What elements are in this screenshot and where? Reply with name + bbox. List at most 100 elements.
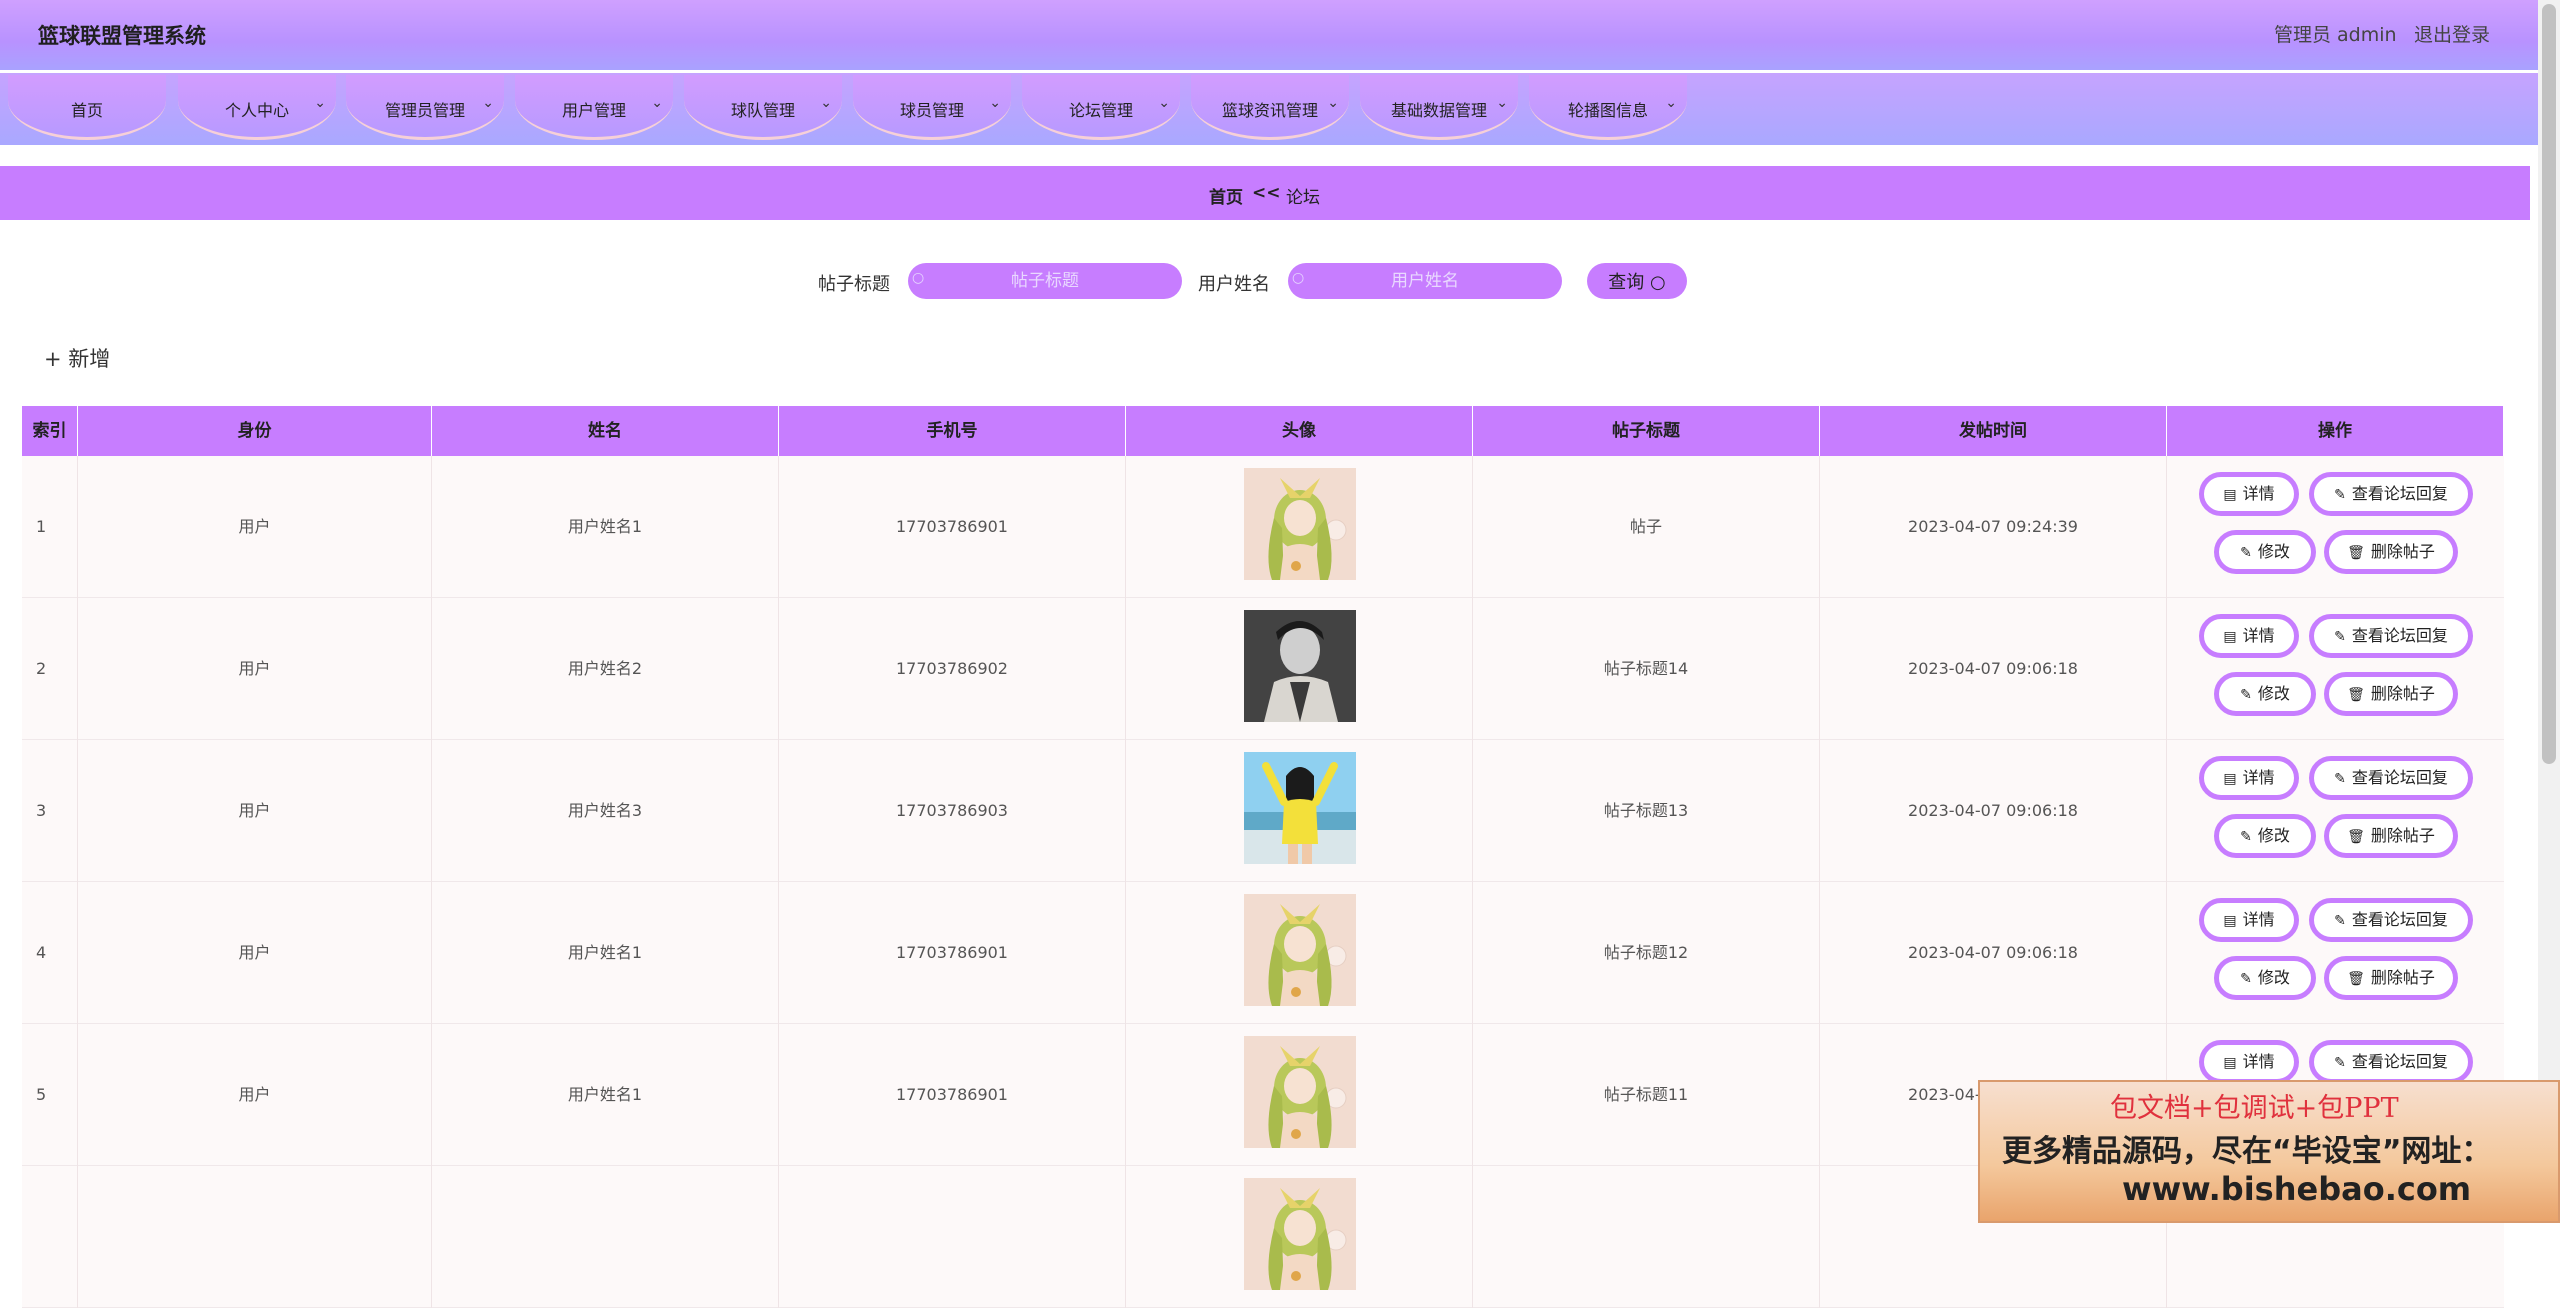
admin-label: 管理员 admin [2274,24,2397,46]
edit-button-label: 修改 [2257,684,2290,703]
cell-index: 4 [22,882,78,1024]
table-row: 3 用户 用户姓名3 17703786903 帖子标题13 2023-04-07 09:0… [22,740,2504,882]
delete-button[interactable]: 🗑 删除帖子 [2324,672,2458,716]
breadcrumb-home[interactable]: 首页 [1209,183,1243,208]
ad-banner: 包文档+包调试+包PPT 更多精品源码，尽在“毕设宝”网址： www.bishe… [1978,1080,2560,1223]
column-header: 身份 [78,406,432,456]
view-replies-button[interactable]: ✎ 查看论坛回复 [2309,756,2473,800]
delete-button-label: 删除帖子 [2370,826,2435,845]
delete-button[interactable]: 🗑 删除帖子 [2324,956,2458,1000]
name-search-input[interactable] [1288,263,1562,299]
view-replies-button[interactable]: ✎ 查看论坛回复 [2309,1040,2473,1084]
cell-title: 帖子标题12 [1473,882,1820,1024]
logout-link[interactable]: 退出登录 [2414,20,2490,47]
cell-phone: 17703786902 [779,598,1126,740]
cell-name: 用户姓名1 [432,1024,779,1166]
name-search-label: 用户姓名 [1198,274,1270,295]
detail-button[interactable]: ▤ 详情 [2199,898,2299,942]
edit-icon: ✎ [2334,487,2346,503]
column-header: 帖子标题 [1473,406,1820,456]
breadcrumb-separator: << [1252,183,1281,203]
edit-button[interactable]: ✎ 修改 [2214,956,2316,1000]
column-header: 操作 [2167,406,2504,456]
edit-button[interactable]: ✎ 修改 [2214,672,2316,716]
scrollbar-thumb[interactable] [2542,4,2556,764]
cell-time: 2023-04-07 09:06:18 [1820,882,2167,1024]
view-replies-button[interactable]: ✎ 查看论坛回复 [2309,898,2473,942]
edit-icon: ✎ [2240,545,2252,561]
page-scrollbar[interactable] [2538,0,2560,1223]
cell-name: 用户姓名1 [432,882,779,1024]
title-search-input[interactable] [908,263,1182,299]
nav-item[interactable]: 基础数据管理 ⌄ [1360,75,1518,140]
nav-item[interactable]: 球队管理 ⌄ [684,75,842,140]
detail-button-label: 详情 [2242,484,2275,503]
column-header: 头像 [1126,406,1473,456]
edit-button[interactable]: ✎ 修改 [2214,814,2316,858]
cell-index: 2 [22,598,78,740]
trash-icon: 🗑 [2347,971,2365,987]
cell-title: 帖子标题11 [1473,1024,1820,1166]
nav-item-label: 个人中心 [224,101,289,120]
search-icon: ○ [912,270,925,286]
nav-item-label: 球员管理 [899,101,964,120]
edit-button[interactable]: ✎ 修改 [2214,530,2316,574]
cell-phone: 17703786901 [779,456,1126,598]
delete-button[interactable]: 🗑 删除帖子 [2324,814,2458,858]
chevron-down-icon: ⌄ [482,95,494,111]
cell-role: 用户 [78,882,432,1024]
edit-icon: ✎ [2240,687,2252,703]
edit-button-label: 修改 [2257,968,2290,987]
nav-item[interactable]: 球员管理 ⌄ [853,75,1011,140]
nav-item[interactable]: 管理员管理 ⌄ [346,75,504,140]
table-header: 索引 身份 姓名 手机号 头像 帖子标题 发帖时间 操作 [22,406,2504,456]
document-icon: ▤ [2223,771,2237,787]
cell-name: 用户姓名3 [432,740,779,882]
table-row: 4 用户 用户姓名1 17703786901 帖子标题12 2023-04-07 09:0… [22,882,2504,1024]
nav-item[interactable]: 论坛管理 ⌄ [1022,75,1180,140]
breadcrumb-current: 论坛 [1286,188,1320,208]
detail-button-label: 详情 [2242,1052,2275,1071]
ad-line-1: 包文档+包调试+包PPT [2110,1093,2399,1124]
cell-role: 用户 [78,456,432,598]
ad-line-3: www.bishebao.com [2122,1170,2472,1208]
detail-button[interactable]: ▤ 详情 [2199,472,2299,516]
cell-time: 2023-04-07 09:06:18 [1820,598,2167,740]
detail-button[interactable]: ▤ 详情 [2199,756,2299,800]
query-button[interactable]: 查询 ○ [1587,263,1687,299]
view-replies-button[interactable]: ✎ 查看论坛回复 [2309,614,2473,658]
detail-button[interactable]: ▤ 详情 [2199,614,2299,658]
detail-button-label: 详情 [2242,910,2275,929]
table-row: 2 用户 用户姓名2 17703786902 帖子标题14 2023-04-07 09:0… [22,598,2504,740]
cell-role [78,1166,432,1308]
chevron-down-icon: ⌄ [1496,95,1508,111]
nav-item[interactable]: 篮球资讯管理 ⌄ [1191,75,1349,140]
avatar [1244,752,1356,864]
cell-name: 用户姓名1 [432,456,779,598]
nav-item[interactable]: 用户管理 ⌄ [515,75,673,140]
nav-item[interactable]: 轮播图信息 ⌄ [1529,75,1687,140]
add-button[interactable]: + 新增 [44,343,110,373]
nav-item-label: 轮播图信息 [1567,101,1648,120]
chevron-down-icon: ⌄ [314,95,326,111]
trash-icon: 🗑 [2347,829,2365,845]
delete-button[interactable]: 🗑 删除帖子 [2324,530,2458,574]
column-header: 索引 [22,406,78,456]
nav-item-label: 用户管理 [561,101,626,120]
nav-item[interactable]: 个人中心 ⌄ [178,75,336,140]
view-replies-button[interactable]: ✎ 查看论坛回复 [2309,472,2473,516]
detail-button[interactable]: ▤ 详情 [2199,1040,2299,1084]
view-replies-button-label: 查看论坛回复 [2351,484,2448,503]
column-header: 发帖时间 [1820,406,2167,456]
edit-icon: ✎ [2334,913,2346,929]
chevron-down-icon: ⌄ [1665,95,1677,111]
cell-title: 帖子标题13 [1473,740,1820,882]
main-nav: 首页 个人中心 ⌄ 管理员管理 ⌄ 用户管理 ⌄ 球队管理 ⌄ 球员管理 ⌄ 论坛管理 ⌄ 篮球资讯管理 ⌄… [0,73,2538,145]
cell-index: 3 [22,740,78,882]
chevron-down-icon: ⌄ [651,95,663,111]
nav-item[interactable]: 首页 [8,75,166,140]
chevron-down-icon: ⌄ [1327,95,1339,111]
cell-title: 帖子标题14 [1473,598,1820,740]
search-icon: ○ [1650,272,1666,293]
column-header: 手机号 [779,406,1126,456]
